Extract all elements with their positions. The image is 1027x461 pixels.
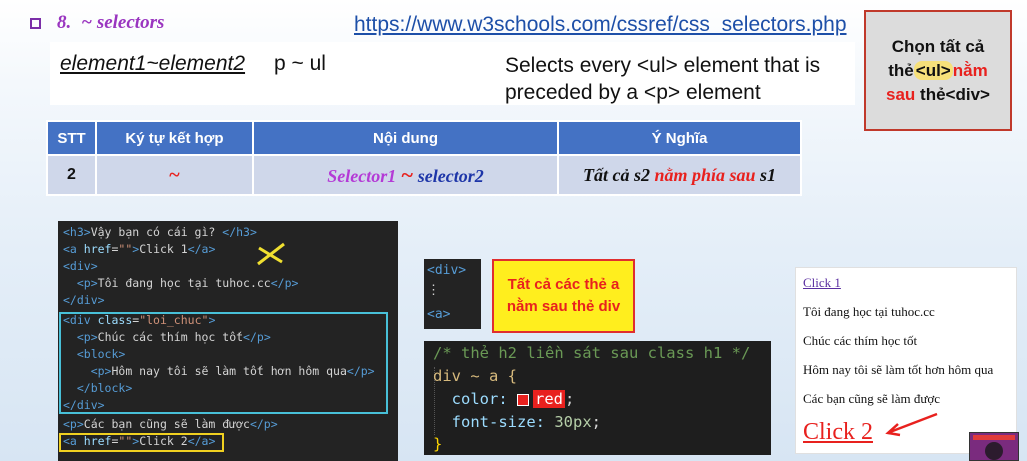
explanation-line-1: Tất cả các thẻ a bbox=[507, 276, 620, 293]
header-content: Nội dung bbox=[252, 120, 559, 156]
code-line: <p>Tôi đang học tại tuhoc.cc</p> bbox=[76, 276, 299, 290]
note-highlight: <ul> bbox=[913, 60, 953, 80]
definition-example: p ~ ul bbox=[274, 52, 326, 75]
code-line: <h3>Vậy bạn có cái gì? </h3> bbox=[63, 225, 257, 239]
css-line-fontsize: font-size: 30px; bbox=[451, 413, 602, 431]
css-line-color: color: red; bbox=[451, 390, 575, 408]
subscribe-badge bbox=[973, 435, 1015, 440]
avatar-face bbox=[985, 442, 1003, 460]
reference-link[interactable]: https://www.w3schools.com/cssref/css_sel… bbox=[354, 13, 847, 37]
preview-paragraph: Chúc các thím học tốt bbox=[803, 333, 918, 348]
section-number: 8. bbox=[57, 12, 72, 33]
table-row: 2 ~ Selector1 ~ selector2 Tất cả s2 nằm … bbox=[46, 154, 802, 196]
anchor-highlight-box bbox=[59, 433, 224, 452]
note-line-1: Chọn tất cả bbox=[891, 36, 985, 56]
preview-paragraph: Các bạn cũng sẽ làm được bbox=[803, 391, 941, 406]
color-swatch-icon[interactable] bbox=[517, 393, 530, 406]
code-line: <div> bbox=[63, 259, 98, 273]
definition-description: Selects every <ul> element that is prece… bbox=[505, 54, 821, 104]
definition-term: element1~element2 bbox=[60, 52, 246, 75]
header-symbol: Ký tự kết hợp bbox=[95, 120, 254, 156]
cross-mark-icon bbox=[257, 242, 285, 266]
checkbox-bullet-icon bbox=[30, 17, 41, 29]
div-highlight-box bbox=[59, 312, 388, 414]
css-comment: /* thẻ h2 liền sát sau class h1 */ bbox=[433, 344, 751, 362]
structure-div: <div> bbox=[427, 263, 467, 278]
header-stt: STT bbox=[46, 120, 97, 156]
preview-paragraph: Tôi đang học tại tuhoc.cc bbox=[803, 304, 935, 319]
preview-link-2[interactable]: Click 2 bbox=[803, 419, 873, 446]
css-selector: div ~ a { bbox=[433, 367, 517, 385]
selector-table: STT Ký tự kết hợp Nội dung Ý Nghĩa 2 ~ S… bbox=[46, 120, 802, 196]
cell-content: Selector1 ~ selector2 bbox=[252, 154, 559, 196]
css-code-panel: /* thẻ h2 liền sát sau class h1 */ div ~… bbox=[424, 341, 771, 455]
cell-meaning: Tất cả s2 nằm phía sau s1 bbox=[557, 154, 802, 196]
css-close: } bbox=[433, 435, 443, 453]
cell-stt: 2 bbox=[46, 154, 97, 196]
section-heading: 8. ~ selectors bbox=[30, 10, 164, 36]
channel-avatar[interactable] bbox=[969, 432, 1019, 461]
explanation-note: Tất cả các thẻ a nằm sau thẻ div bbox=[492, 259, 635, 333]
code-line: <a href="">Click 1</a> bbox=[63, 242, 216, 256]
cell-symbol: ~ bbox=[95, 154, 254, 196]
section-title: ~ selectors bbox=[81, 12, 165, 33]
definition-box: element1~element2 p ~ ul Selects every <… bbox=[50, 42, 855, 105]
note-line-3: sau thẻ<div> bbox=[886, 84, 990, 104]
explanation-line-2: nằm sau thẻ div bbox=[506, 298, 621, 315]
html-code-panel: <h3>Vậy bạn có cái gì? </h3> <a href="">… bbox=[58, 221, 398, 461]
structure-a: <a> bbox=[427, 307, 451, 322]
pointer-arrow-icon bbox=[885, 412, 938, 437]
structure-panel: <div> ⋮ <a> bbox=[424, 259, 481, 329]
preview-paragraph: Hôm nay tôi sẽ làm tốt hơn hôm qua bbox=[803, 362, 994, 377]
header-meaning: Ý Nghĩa bbox=[557, 120, 802, 156]
note-box: Chọn tất cả thẻ <ul> nằm sau thẻ<div> bbox=[864, 10, 1012, 131]
code-line: </div> bbox=[63, 293, 105, 307]
preview-link-1[interactable]: Click 1 bbox=[803, 275, 841, 291]
structure-dots: ⋮ bbox=[427, 283, 440, 298]
note-line-2: thẻ <ul> nằm bbox=[888, 60, 988, 80]
code-line: <p>Các bạn cũng sẽ làm được</p> bbox=[63, 417, 278, 431]
